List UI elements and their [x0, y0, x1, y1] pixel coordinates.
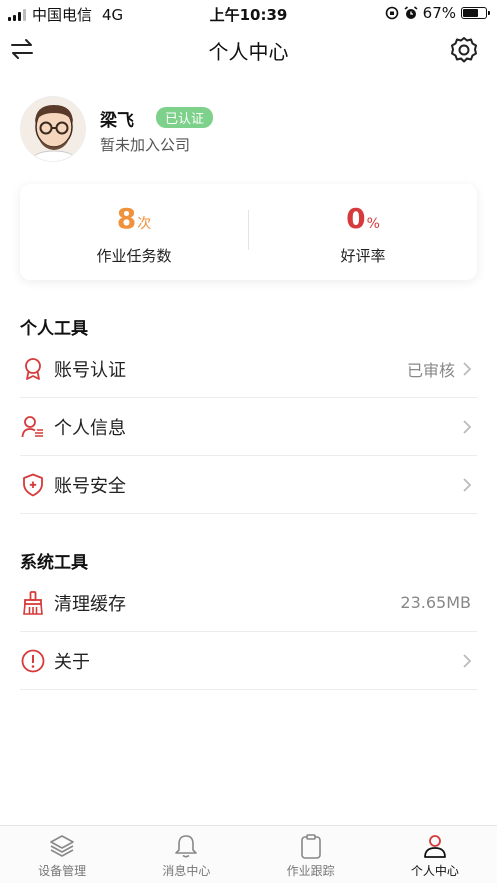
shield-icon [20, 472, 46, 498]
status-right: 67% [385, 4, 490, 22]
task-count-stat[interactable]: 8次 作业任务数 [20, 202, 248, 266]
tab-label: 个人中心 [410, 864, 459, 878]
person-icon [373, 832, 497, 860]
row-label: 清理缓存 [54, 593, 126, 615]
company-status: 暂未加入公司 [100, 136, 191, 154]
row-value: 23.65MB [400, 593, 471, 612]
avatar[interactable] [20, 96, 86, 162]
user-info-icon [20, 414, 46, 440]
system-tools-title: 系统工具 [20, 553, 88, 573]
broom-icon [20, 590, 46, 616]
row-label: 账号认证 [54, 359, 126, 381]
rating-value: 0% [249, 202, 477, 241]
task-count-value: 8次 [20, 202, 248, 241]
rating-number: 0 [346, 202, 366, 235]
user-name: 梁飞 [100, 111, 134, 131]
row-personal-info[interactable]: 个人信息 [20, 398, 477, 456]
tab-job-tracking[interactable]: 作业跟踪 [249, 826, 373, 883]
tab-message-center[interactable]: 消息中心 [124, 826, 248, 883]
tab-label: 作业跟踪 [286, 864, 335, 878]
task-count-unit: 次 [137, 216, 152, 232]
rating-label: 好评率 [340, 247, 386, 265]
row-account-security[interactable]: 账号安全 [20, 456, 477, 514]
row-about[interactable]: 关于 [20, 632, 477, 690]
status-bar: 中国电信 4G 上午10:39 67% [0, 0, 497, 26]
tab-bar: 设备管理 消息中心 作业跟踪 个人中心 [0, 825, 497, 883]
rating-unit: % [366, 216, 380, 232]
rating-stat[interactable]: 0% 好评率 [249, 202, 477, 266]
battery-fill [463, 9, 478, 17]
nav-bar: 个人中心 [0, 26, 497, 74]
tab-label: 设备管理 [38, 864, 87, 878]
row-label: 关于 [54, 651, 90, 673]
row-label: 账号安全 [54, 475, 126, 497]
tab-personal-center[interactable]: 个人中心 [373, 826, 497, 883]
battery-percent: 67% [422, 4, 456, 22]
task-count-label: 作业任务数 [96, 247, 172, 265]
alarm-icon [404, 6, 418, 19]
chevron-right-icon [463, 419, 472, 434]
info-icon [20, 648, 46, 674]
row-account-verification[interactable]: 账号认证 已审核 [20, 340, 477, 398]
page-title: 个人中心 [208, 40, 289, 64]
chevron-right-icon [463, 361, 472, 376]
personal-tools-title: 个人工具 [20, 319, 88, 339]
row-clear-cache[interactable]: 清理缓存 23.65MB [20, 574, 477, 632]
clipboard-icon [249, 832, 373, 860]
gear-icon[interactable] [449, 35, 479, 65]
chevron-right-icon [463, 477, 472, 492]
award-icon [20, 356, 46, 382]
profile-header[interactable]: 梁飞 已认证 暂未加入公司 [20, 96, 477, 164]
tab-device-management[interactable]: 设备管理 [0, 826, 124, 883]
row-label: 个人信息 [54, 417, 126, 439]
battery-icon [461, 7, 490, 19]
bell-icon [124, 832, 248, 860]
stats-card: 8次 作业任务数 0% 好评率 [20, 184, 477, 280]
chevron-right-icon [463, 653, 472, 668]
row-value: 已审核 [406, 360, 455, 380]
layers-icon [0, 832, 124, 860]
verified-badge: 已认证 [156, 107, 214, 128]
task-count-number: 8 [116, 202, 137, 235]
tab-label: 消息中心 [162, 864, 211, 878]
rotation-lock-icon [385, 6, 398, 20]
